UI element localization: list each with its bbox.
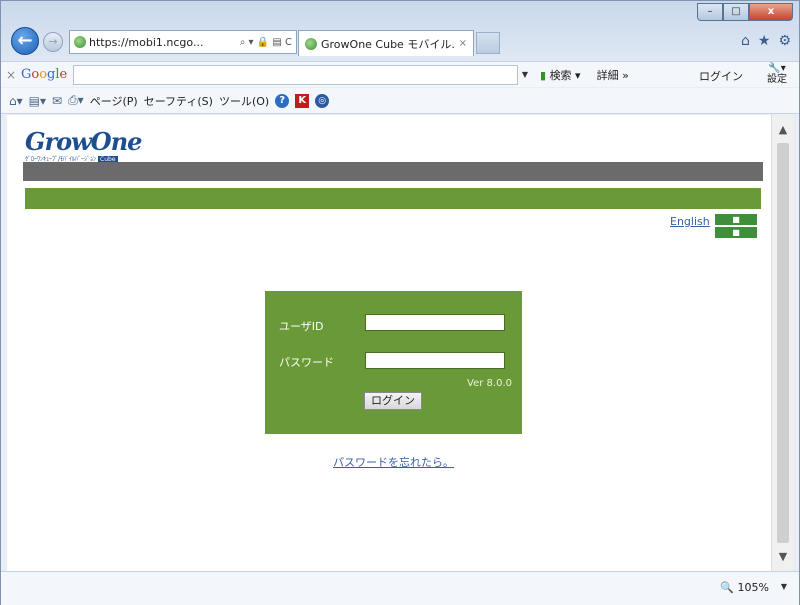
scroll-thumb[interactable] bbox=[777, 143, 789, 543]
tools-gear-icon[interactable]: ⚙ bbox=[778, 33, 791, 49]
tab-title: GrowOne Cube モバイル... bbox=[321, 37, 455, 51]
address-bar[interactable]: https://mobi1.ncgo... ⌕ ▾ 🔒 ▤ C bbox=[69, 30, 297, 54]
print-icon[interactable]: ⎙▾ bbox=[68, 93, 84, 108]
command-bar: ⌂▾ ▤▾ ✉ ⎙▾ ページ(P) セーフティ(S) ツール(O) ? K ◎ bbox=[1, 88, 799, 114]
language-button-2[interactable]: ■ bbox=[715, 227, 757, 238]
back-arrow-icon[interactable]: ← bbox=[11, 27, 39, 55]
zoom-level[interactable]: 🔍 105% bbox=[720, 581, 769, 594]
zoom-dropdown-icon[interactable]: ▼ bbox=[781, 582, 787, 591]
user-id-input[interactable] bbox=[365, 314, 505, 331]
page-menu[interactable]: ページ(P) bbox=[90, 93, 138, 109]
google-logo: Google bbox=[21, 67, 68, 82]
version-text: Ver 8.0.0 bbox=[467, 378, 512, 389]
feeds-icon[interactable]: ▤▾ bbox=[29, 94, 46, 108]
language-button-1[interactable]: ■ bbox=[715, 214, 757, 225]
search-dropdown-icon[interactable]: ▼ bbox=[518, 70, 532, 79]
english-link[interactable]: English bbox=[670, 215, 710, 228]
browser-window: – □ x ← → https://mobi1.ncgo... ⌕ ▾ 🔒 ▤ … bbox=[0, 0, 800, 605]
google-login-link[interactable]: ログイン bbox=[699, 68, 743, 84]
toolbar-close-icon[interactable]: × bbox=[1, 68, 21, 82]
address-text[interactable]: https://mobi1.ncgo... bbox=[89, 36, 237, 49]
favorites-star-icon[interactable]: ★ bbox=[758, 33, 771, 49]
page-viewport: GrowOne ｸﾞﾛｰﾜﾝｷｭｰﾌﾞ/ﾓﾊﾞｲﾙﾊﾞｰｼﾞｮﾝ Cube Eng… bbox=[7, 115, 771, 571]
browser-right-icons: ⌂ ★ ⚙ bbox=[741, 33, 791, 49]
close-button[interactable]: x bbox=[749, 3, 793, 21]
tab-close-icon[interactable]: × bbox=[459, 38, 467, 49]
header-gray-bar bbox=[23, 162, 763, 181]
settings-button[interactable]: 🔧▾ 設定 bbox=[767, 63, 787, 85]
mail-icon[interactable]: ✉ bbox=[52, 94, 62, 108]
login-panel: ユーザID パスワード Ver 8.0.0 ログイン bbox=[265, 291, 522, 434]
forgot-password-link[interactable]: パスワードを忘れたら。 bbox=[333, 454, 454, 470]
google-search-icon: ▮ bbox=[540, 68, 547, 82]
search-button[interactable]: ▮ 検索 ▾ bbox=[532, 67, 589, 83]
site-favicon-icon bbox=[74, 36, 86, 48]
google-toolbar: × Google ▼ ▮ 検索 ▾ 詳細 » ログイン 🔧▾ 設定 bbox=[1, 61, 799, 87]
vertical-scrollbar[interactable]: ▲ ▼ bbox=[771, 115, 793, 571]
logo-text: GrowOne bbox=[25, 127, 142, 156]
login-button[interactable]: ログイン bbox=[364, 392, 422, 410]
google-search-input[interactable] bbox=[73, 64, 518, 85]
new-tab-button[interactable] bbox=[476, 32, 500, 54]
tools-menu[interactable]: ツール(O) bbox=[219, 93, 269, 109]
addon-icon[interactable]: ◎ bbox=[315, 93, 330, 108]
more-button[interactable]: 詳細 » bbox=[589, 67, 637, 83]
growone-logo: GrowOne ｸﾞﾛｰﾜﾝｷｭｰﾌﾞ/ﾓﾊﾞｲﾙﾊﾞｰｼﾞｮﾝ Cube bbox=[25, 127, 142, 163]
status-bar: 🔍 105% ▼ bbox=[1, 571, 799, 605]
maximize-button[interactable]: □ bbox=[723, 3, 749, 21]
tab-growone[interactable]: GrowOne Cube モバイル... × bbox=[298, 30, 474, 56]
home-icon[interactable]: ⌂ bbox=[741, 33, 750, 49]
help-icon[interactable]: ? bbox=[275, 93, 290, 108]
user-id-label: ユーザID bbox=[279, 320, 324, 333]
home-page-icon[interactable]: ⌂▾ bbox=[9, 94, 23, 108]
password-label: パスワード bbox=[279, 356, 334, 369]
wrench-icon: 🔧▾ bbox=[768, 63, 786, 74]
forward-arrow-icon[interactable]: → bbox=[43, 32, 63, 52]
safety-menu[interactable]: セーフティ(S) bbox=[144, 93, 213, 109]
kaspersky-icon[interactable]: K bbox=[295, 93, 310, 108]
title-bar: – □ x ← → https://mobi1.ncgo... ⌕ ▾ 🔒 ▤ … bbox=[1, 1, 799, 61]
zoom-magnifier-icon: 🔍 bbox=[720, 581, 735, 594]
scroll-down-icon[interactable]: ▼ bbox=[772, 550, 794, 563]
minimize-button[interactable]: – bbox=[697, 3, 723, 21]
scroll-up-icon[interactable]: ▲ bbox=[772, 123, 794, 136]
tab-favicon-icon bbox=[305, 37, 317, 50]
address-actions-icons[interactable]: ⌕ ▾ 🔒 ▤ C bbox=[240, 37, 292, 48]
password-input[interactable] bbox=[365, 352, 505, 369]
window-controls: – □ x bbox=[697, 3, 793, 21]
header-green-bar bbox=[25, 188, 761, 209]
